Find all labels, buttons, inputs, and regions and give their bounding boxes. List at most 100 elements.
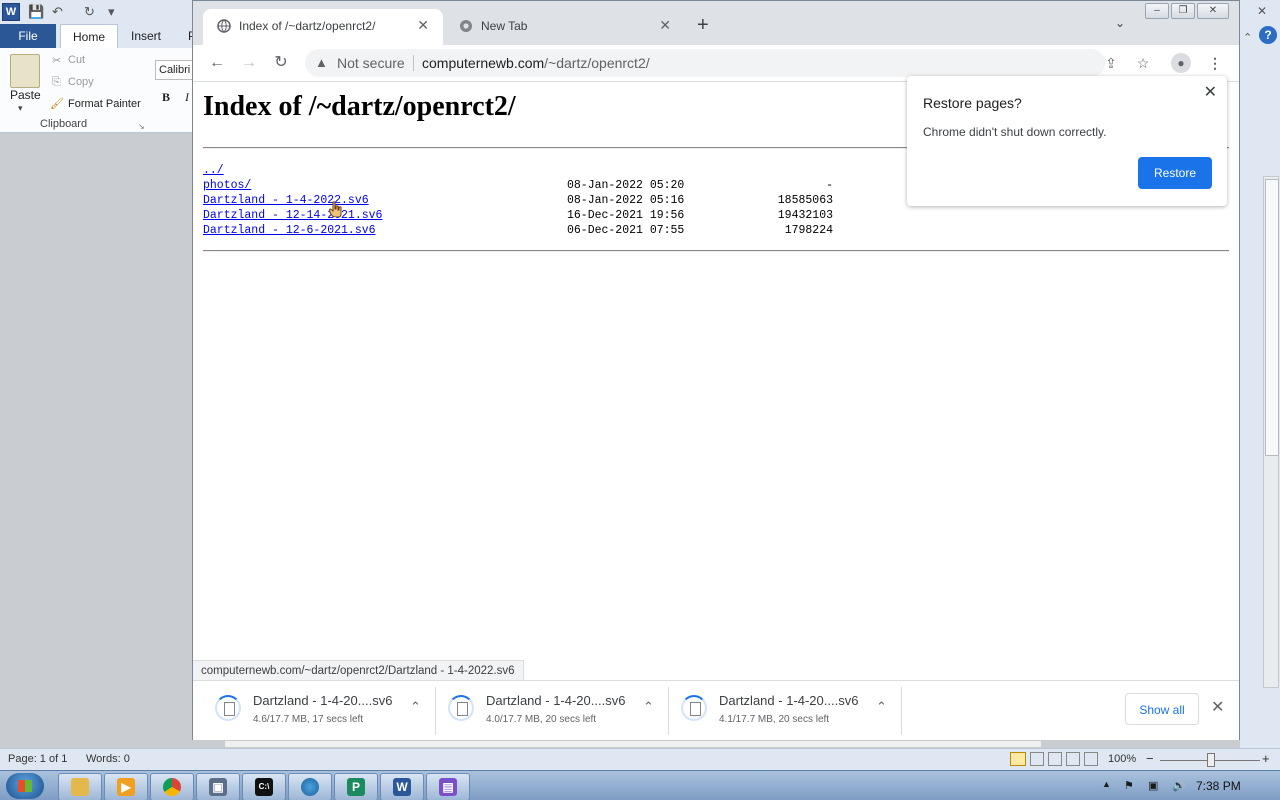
new-tab-button[interactable]: + <box>697 15 709 35</box>
download-status: 4.1/17.7 MB, 20 secs left <box>719 714 830 725</box>
file-link[interactable]: Dartzland - 1-4-2022.sv6 <box>203 194 369 207</box>
clipboard-launcher-icon[interactable]: ↘ <box>138 122 145 131</box>
tab-home[interactable]: Home <box>60 24 119 49</box>
close-window-button[interactable]: ✕ <box>1197 3 1229 19</box>
bookmark-star-icon[interactable]: ☆ <box>1131 51 1155 75</box>
explorer-icon <box>71 778 89 796</box>
taskbar-word[interactable]: W <box>380 773 424 800</box>
close-shelf-icon[interactable]: ✕ <box>1211 697 1224 717</box>
share-icon[interactable]: ⇪ <box>1099 51 1123 75</box>
clock[interactable]: 7:38 PM <box>1196 779 1241 793</box>
tab-new-tab[interactable]: New Tab ✕ <box>445 9 685 45</box>
file-link[interactable]: photos/ <box>203 179 251 192</box>
word-close-icon[interactable]: ✕ <box>1257 4 1267 18</box>
paste-icon[interactable] <box>10 54 40 88</box>
tab-directory-index[interactable]: Index of /~dartz/openrct2/ ✕ <box>203 9 443 45</box>
chevron-up-icon[interactable]: ⌃ <box>876 699 887 715</box>
redo-icon[interactable]: ↻ <box>84 4 95 20</box>
zoom-out-button[interactable]: − <box>1146 751 1154 766</box>
customize-qat-icon[interactable]: ▾ <box>108 4 115 20</box>
word-vertical-scrollbar[interactable] <box>1263 176 1279 688</box>
address-bar[interactable]: ▲ Not secure computernewb.com/~dartz/ope… <box>305 49 1105 77</box>
format-painter-button[interactable]: Format Painter <box>68 98 141 110</box>
download-status: 4.0/17.7 MB, 20 secs left <box>486 714 597 725</box>
clipboard-group-label: Clipboard <box>40 118 88 130</box>
parent-directory-link[interactable]: ../ <box>203 164 224 177</box>
page-count[interactable]: Page: 1 of 1 <box>8 753 67 765</box>
paste-button[interactable]: Paste <box>10 88 41 102</box>
bold-button[interactable]: B <box>162 90 170 105</box>
format-painter-icon: 🖌 <box>50 98 64 110</box>
download-item[interactable]: Dartzland - 1-4-20....sv6 4.0/17.7 MB, 2… <box>436 687 669 735</box>
tab-close-icon[interactable]: ✕ <box>417 17 429 34</box>
show-hidden-icons[interactable]: ▲ <box>1102 779 1111 789</box>
tab-close-icon[interactable]: ✕ <box>659 17 671 34</box>
url-text[interactable]: computernewb.com/~dartz/openrct2/ <box>422 55 650 71</box>
paste-dropdown-icon[interactable]: ▾ <box>18 103 23 114</box>
page-heading: Index of /~dartz/openrct2/ <box>203 91 516 122</box>
taskbar-explorer[interactable] <box>58 773 102 800</box>
network-icon[interactable]: ▣ <box>1148 779 1158 792</box>
tab-insert[interactable]: Insert <box>131 24 161 48</box>
show-all-button[interactable]: Show all <box>1125 693 1199 725</box>
list-item: Dartzland - 12-14-2021.sv6 16-Dec-2021 19… <box>203 209 843 224</box>
save-icon[interactable]: 💾 <box>28 4 44 20</box>
taskbar-chrome[interactable] <box>150 773 194 800</box>
minimize-ribbon-icon[interactable]: ⌃ <box>1243 31 1252 44</box>
web-layout-icon[interactable] <box>1048 752 1062 766</box>
security-indicator[interactable]: Not secure <box>337 55 405 71</box>
close-icon[interactable]: ✕ <box>1204 82 1217 102</box>
start-button[interactable] <box>6 773 44 799</box>
forward-button[interactable]: → <box>237 51 261 75</box>
taskbar-media-player[interactable]: ▶ <box>104 773 148 800</box>
copy-button[interactable]: Copy <box>68 76 94 88</box>
back-button[interactable]: ← <box>205 51 229 75</box>
taskbar-rar[interactable]: ▤ <box>426 773 470 800</box>
publisher-icon: P <box>347 778 365 796</box>
list-item: photos/08-Jan-2022 05:20 - <box>203 179 843 194</box>
taskbar-cmd[interactable]: C:\ <box>242 773 286 800</box>
restore-pages-dialog: Restore pages? Chrome didn't shut down c… <box>907 76 1227 206</box>
warning-icon[interactable]: ▲ <box>315 55 328 70</box>
undo-icon[interactable]: ↶ <box>52 4 63 20</box>
download-filename: Dartzland - 1-4-20....sv6 <box>486 693 626 708</box>
minimize-button[interactable]: – <box>1145 3 1169 19</box>
zoom-level[interactable]: 100% <box>1108 753 1136 765</box>
download-item[interactable]: Dartzland - 1-4-20....sv6 4.6/17.7 MB, 1… <box>203 687 436 735</box>
modified-date: 16-Dec-2021 19:56 <box>567 209 685 222</box>
taskbar-virtualbox[interactable]: ▣ <box>196 773 240 800</box>
reload-button[interactable]: ↻ <box>269 51 293 75</box>
file-link[interactable]: Dartzland - 12-14-2021.sv6 <box>203 209 382 222</box>
cut-button[interactable]: Cut <box>68 54 85 66</box>
action-center-icon[interactable]: ⚑ <box>1124 779 1134 792</box>
chevron-up-icon[interactable]: ⌃ <box>643 699 654 715</box>
zoom-slider-thumb[interactable] <box>1207 753 1215 767</box>
full-screen-reading-icon[interactable] <box>1030 752 1044 766</box>
outline-icon[interactable] <box>1066 752 1080 766</box>
taskbar-globe[interactable] <box>288 773 332 800</box>
profile-icon[interactable]: ● <box>1171 53 1191 73</box>
download-item[interactable]: Dartzland - 1-4-20....sv6 4.1/17.7 MB, 2… <box>669 687 902 735</box>
print-layout-icon[interactable] <box>1010 752 1026 766</box>
chevron-up-icon[interactable]: ⌃ <box>410 699 421 715</box>
tab-search-icon[interactable]: ⌄ <box>1115 16 1125 30</box>
scroll-thumb[interactable] <box>1265 179 1279 456</box>
restore-button[interactable]: Restore <box>1138 157 1212 189</box>
maximize-button[interactable]: ❐ <box>1171 3 1195 19</box>
taskbar-publisher[interactable]: P <box>334 773 378 800</box>
volume-icon[interactable]: 🔊 <box>1172 779 1186 792</box>
file-link[interactable]: Dartzland - 12-6-2021.sv6 <box>203 224 376 237</box>
word-horizontal-scrollbar[interactable] <box>224 740 1042 748</box>
rar-icon: ▤ <box>439 778 457 796</box>
draft-icon[interactable] <box>1084 752 1098 766</box>
zoom-in-button[interactable]: + <box>1262 751 1270 766</box>
tab-file[interactable]: File <box>0 24 56 48</box>
menu-icon[interactable]: ⋮ <box>1203 51 1227 75</box>
word-status-bar: Page: 1 of 1 Words: 0 100% − + <box>0 748 1280 771</box>
file-size: 19432103 <box>777 209 833 222</box>
windows-logo-icon <box>18 780 32 792</box>
word-app-icon[interactable]: W <box>2 3 20 21</box>
word-count[interactable]: Words: 0 <box>86 753 130 765</box>
italic-button[interactable]: I <box>185 90 189 105</box>
help-icon[interactable]: ? <box>1259 26 1277 44</box>
